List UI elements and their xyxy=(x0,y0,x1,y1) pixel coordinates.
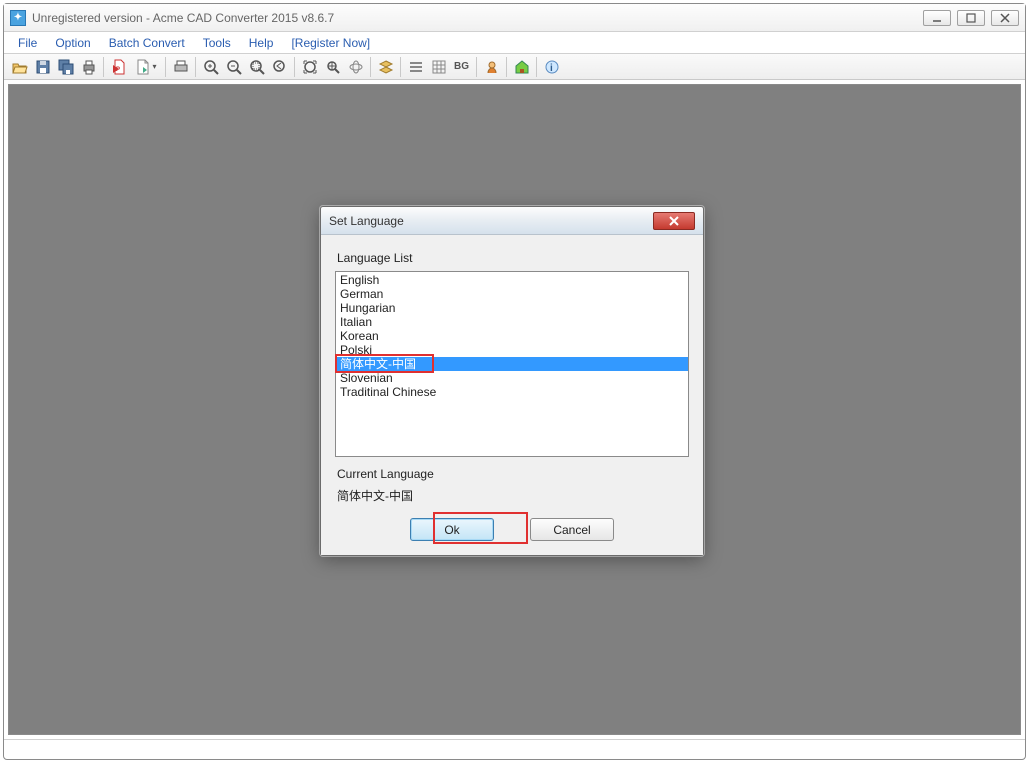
export-icon[interactable]: ▾ xyxy=(130,56,162,78)
language-option[interactable]: English xyxy=(336,273,688,287)
current-language-value: 简体中文-中国 xyxy=(337,487,689,504)
language-option[interactable]: German xyxy=(336,287,688,301)
open-icon[interactable] xyxy=(8,56,31,78)
toolbar: ▾ BG xyxy=(4,54,1025,80)
toolbar-separator xyxy=(195,57,196,77)
current-language-label: Current Language xyxy=(337,467,689,481)
layers2-icon[interactable] xyxy=(404,56,427,78)
app-icon: ✦ xyxy=(10,10,26,26)
close-button[interactable] xyxy=(991,10,1019,26)
layers-icon[interactable] xyxy=(374,56,397,78)
window-controls xyxy=(923,10,1019,26)
minimize-button[interactable] xyxy=(923,10,951,26)
toolbar-separator xyxy=(536,57,537,77)
statusbar xyxy=(4,739,1025,759)
dialog-body: Language List EnglishGermanHungarianItal… xyxy=(321,235,703,555)
print-icon[interactable] xyxy=(77,56,100,78)
cancel-button[interactable]: Cancel xyxy=(530,518,614,541)
toolbar-separator xyxy=(506,57,507,77)
toolbar-separator xyxy=(370,57,371,77)
language-listbox[interactable]: EnglishGermanHungarianItalianKoreanPolsk… xyxy=(335,271,689,457)
toolbar-separator xyxy=(400,57,401,77)
language-option[interactable]: Italian xyxy=(336,315,688,329)
menu-item-tools[interactable]: Tools xyxy=(195,34,239,52)
dialog-button-row: Ok Cancel xyxy=(335,518,689,541)
window-title: Unregistered version - Acme CAD Converte… xyxy=(32,11,334,25)
zoom-prev-icon[interactable] xyxy=(268,56,291,78)
language-option[interactable]: Korean xyxy=(336,329,688,343)
app-window: ✦ Unregistered version - Acme CAD Conver… xyxy=(3,3,1026,760)
grid-icon[interactable] xyxy=(427,56,450,78)
ok-button[interactable]: Ok xyxy=(410,518,494,541)
zoom-pan-icon[interactable] xyxy=(321,56,344,78)
zoom-out-icon[interactable] xyxy=(222,56,245,78)
menu-item-register-now[interactable]: [Register Now] xyxy=(283,34,378,52)
language-icon[interactable] xyxy=(480,56,503,78)
titlebar: ✦ Unregistered version - Acme CAD Conver… xyxy=(4,4,1025,32)
menu-item-file[interactable]: File xyxy=(10,34,45,52)
language-list-label: Language List xyxy=(337,251,689,265)
zoom-in-icon[interactable] xyxy=(199,56,222,78)
home-icon[interactable] xyxy=(510,56,533,78)
language-option[interactable]: 简体中文-中国 xyxy=(336,357,688,371)
chevron-down-icon: ▾ xyxy=(152,62,156,71)
menu-item-option[interactable]: Option xyxy=(47,34,98,52)
toolbar-separator xyxy=(476,57,477,77)
maximize-button[interactable] xyxy=(957,10,985,26)
pdf-icon[interactable] xyxy=(107,56,130,78)
toolbar-separator xyxy=(294,57,295,77)
language-option[interactable]: Hungarian xyxy=(336,301,688,315)
language-option[interactable]: Polski xyxy=(336,343,688,357)
set-language-dialog: Set Language Language List EnglishGerman… xyxy=(320,206,704,556)
toolbar-separator xyxy=(103,57,104,77)
menu-item-batch-convert[interactable]: Batch Convert xyxy=(101,34,193,52)
language-option[interactable]: Traditinal Chinese xyxy=(336,385,688,399)
toolbar-separator xyxy=(165,57,166,77)
printer-icon[interactable] xyxy=(169,56,192,78)
zoom-region-icon[interactable] xyxy=(245,56,268,78)
language-option[interactable]: Slovenian xyxy=(336,371,688,385)
view3d-icon[interactable] xyxy=(344,56,367,78)
zoom-fit-icon[interactable] xyxy=(298,56,321,78)
save-multi-icon[interactable] xyxy=(54,56,77,78)
dialog-titlebar[interactable]: Set Language xyxy=(321,207,703,235)
dialog-title: Set Language xyxy=(329,214,404,228)
menubar: FileOptionBatch ConvertToolsHelp[Registe… xyxy=(4,32,1025,54)
dialog-close-button[interactable] xyxy=(653,212,695,230)
info-icon[interactable] xyxy=(540,56,563,78)
bg-toggle-icon[interactable]: BG xyxy=(450,56,473,78)
save-icon[interactable] xyxy=(31,56,54,78)
bg-toggle-icon-label: BG xyxy=(454,61,469,72)
menu-item-help[interactable]: Help xyxy=(241,34,282,52)
